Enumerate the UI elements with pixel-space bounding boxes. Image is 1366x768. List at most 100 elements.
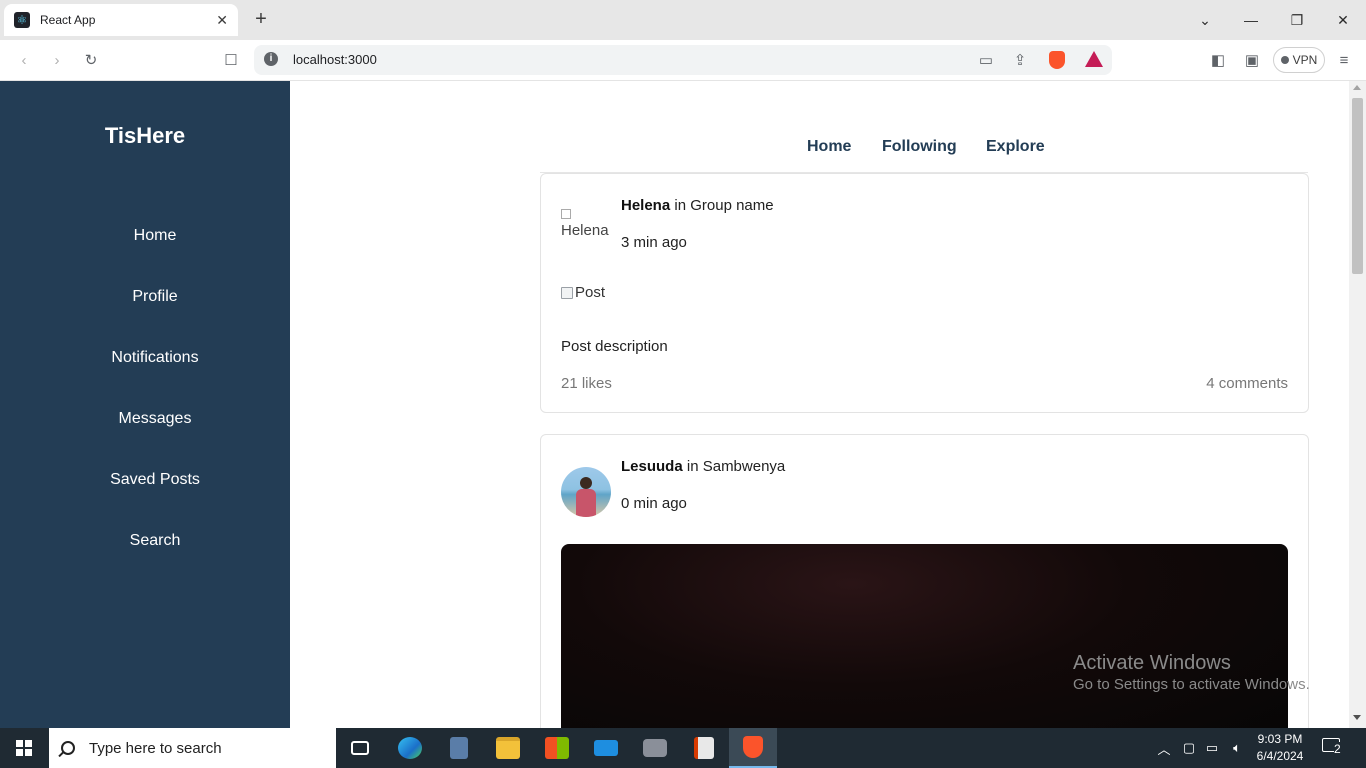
post-image-alt-text: Post <box>575 284 606 301</box>
vpn-button[interactable]: VPN <box>1273 47 1325 73</box>
tab-home[interactable]: Home <box>807 138 851 156</box>
post-card: Helena Helena in Group name 3 min ago Po… <box>540 173 1309 413</box>
restore-button[interactable]: ❐ <box>1274 0 1320 40</box>
mail-icon <box>594 740 618 756</box>
bookmark-icon[interactable]: ☐ <box>221 50 241 70</box>
sidebar-item-home[interactable]: Home <box>20 227 290 245</box>
post-group[interactable]: Sambwenya <box>703 458 786 475</box>
page-scrollbar[interactable] <box>1349 81 1366 728</box>
menu-icon[interactable]: ≡ <box>1334 50 1354 70</box>
scroll-down-icon[interactable] <box>1353 715 1361 720</box>
office-icon <box>694 737 714 759</box>
tab-search-chevron-icon[interactable]: ⌄ <box>1182 0 1228 40</box>
camera-app[interactable] <box>631 728 679 768</box>
browser-tab-bar: ⚛ React App ✕ + ⌄ — ❐ ✕ <box>0 0 1366 40</box>
volume-icon[interactable]: 🔈︎ <box>1226 728 1248 768</box>
store-icon <box>545 737 569 759</box>
sidebar-item-search[interactable]: Search <box>20 532 290 550</box>
minimize-button[interactable]: — <box>1228 0 1274 40</box>
notification-count: 2 <box>1334 742 1341 756</box>
browser-tab[interactable]: ⚛ React App ✕ <box>4 4 238 36</box>
main-feed: Home Following Explore Helena Helena in … <box>290 81 1349 728</box>
search-icon <box>61 741 75 755</box>
sidebar-item-notifications[interactable]: Notifications <box>20 349 290 367</box>
avatar-alt-text: Helena <box>561 222 609 239</box>
react-favicon-icon: ⚛ <box>14 12 30 28</box>
post-in-word: in <box>674 197 687 214</box>
sidebar-toggle-icon[interactable]: ◧ <box>1208 50 1228 70</box>
sidebar-item-profile[interactable]: Profile <box>20 288 290 306</box>
wallet-icon[interactable]: ▣ <box>1242 50 1262 70</box>
camera-icon <box>643 739 667 757</box>
post-group[interactable]: Group name <box>690 197 773 214</box>
tab-explore[interactable]: Explore <box>986 138 1045 156</box>
avatar[interactable] <box>561 467 611 517</box>
sidebar-item-messages[interactable]: Messages <box>20 410 290 428</box>
tab-title: React App <box>40 13 96 27</box>
post-author[interactable]: Helena <box>621 197 670 214</box>
brave-shields-icon[interactable] <box>1049 51 1065 69</box>
office-app[interactable] <box>680 728 728 768</box>
windows-logo-icon <box>16 740 32 756</box>
folder-icon <box>496 737 520 759</box>
post-description: Post description <box>561 338 668 355</box>
site-info-icon[interactable]: i <box>264 52 278 66</box>
taskbar-search-input[interactable]: Type here to search <box>49 728 336 768</box>
post-likes[interactable]: 21 likes <box>561 375 612 392</box>
vpn-status-icon <box>1280 56 1289 64</box>
sidebar-item-saved-posts[interactable]: Saved Posts <box>20 471 290 489</box>
cast-icon[interactable]: ▭ <box>976 50 996 70</box>
mail-app[interactable] <box>582 728 630 768</box>
reload-icon[interactable]: ↻ <box>81 50 101 70</box>
share-icon[interactable]: ⇪ <box>1010 50 1030 70</box>
app-logo[interactable]: TisHere <box>0 123 290 149</box>
file-explorer-app[interactable] <box>484 728 532 768</box>
back-icon[interactable]: ‹ <box>14 50 34 70</box>
address-bar[interactable]: i localhost:3000 ▭ ⇪ <box>254 45 1112 75</box>
post-timestamp: 3 min ago <box>621 234 687 251</box>
start-button[interactable] <box>0 728 48 768</box>
taskbar-clock[interactable]: 9:03 PM 6/4/2024 <box>1248 731 1312 765</box>
post-comments[interactable]: 4 comments <box>1206 375 1288 392</box>
forward-icon[interactable]: › <box>47 50 67 70</box>
broken-image-icon <box>561 286 573 299</box>
meet-now-icon[interactable]: ▢ <box>1179 728 1199 768</box>
battery-icon[interactable]: ▭ <box>1202 728 1222 768</box>
brave-rewards-icon[interactable] <box>1085 51 1103 67</box>
watermark-subtitle: Go to Settings to activate Windows. <box>1073 676 1310 693</box>
tab-close-icon[interactable]: ✕ <box>216 12 228 29</box>
brave-app[interactable] <box>729 728 777 768</box>
post-image[interactable]: Post <box>561 284 605 301</box>
post-header: Helena in Group name <box>621 197 774 214</box>
avatar-person-icon <box>576 477 596 517</box>
browser-toolbar: ‹ › ↻ ☐ i localhost:3000 ▭ ⇪ ◧ ▣ VPN ≡ <box>0 40 1366 81</box>
post-in-word: in <box>686 458 699 475</box>
url-text[interactable]: localhost:3000 <box>293 52 377 67</box>
task-view-icon <box>351 741 369 755</box>
edge-app[interactable] <box>386 728 434 768</box>
sidebar: TisHere Home Profile Notifications Messa… <box>0 81 290 728</box>
show-hidden-icons-chevron-icon[interactable]: ︿ <box>1154 728 1174 768</box>
new-tab-button[interactable]: + <box>251 9 271 29</box>
calculator-icon <box>450 737 468 759</box>
notification-center-button[interactable]: 2 <box>1322 738 1346 758</box>
post-header: Lesuuda in Sambwenya <box>621 458 785 475</box>
activate-windows-watermark: Activate Windows Go to Settings to activ… <box>1073 651 1310 695</box>
calculator-app[interactable] <box>435 728 483 768</box>
watermark-title: Activate Windows <box>1073 652 1231 674</box>
scroll-up-icon[interactable] <box>1353 85 1361 90</box>
tab-following[interactable]: Following <box>882 138 957 156</box>
brave-icon <box>743 736 763 758</box>
vpn-label: VPN <box>1292 53 1318 67</box>
post-timestamp: 0 min ago <box>621 495 687 512</box>
clock-time: 9:03 PM <box>1257 732 1303 746</box>
avatar[interactable]: Helena <box>561 207 613 247</box>
search-placeholder: Type here to search <box>89 739 222 757</box>
scroll-thumb[interactable] <box>1352 98 1363 274</box>
post-video[interactable] <box>561 544 1288 728</box>
microsoft-store-app[interactable] <box>533 728 581 768</box>
close-window-button[interactable]: ✕ <box>1320 0 1366 40</box>
clock-date: 6/4/2024 <box>1256 749 1304 763</box>
post-author[interactable]: Lesuuda <box>621 458 683 475</box>
task-view-button[interactable] <box>336 728 384 768</box>
